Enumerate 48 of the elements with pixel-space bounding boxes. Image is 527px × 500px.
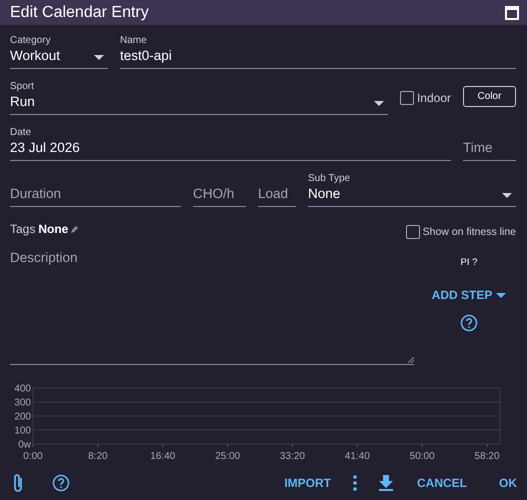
duration-field[interactable]: Duration (10, 175, 181, 207)
cho-field[interactable]: CHO/h (193, 175, 246, 207)
color-button[interactable]: Color (463, 86, 516, 107)
sport-select[interactable]: Sport Run (10, 83, 388, 115)
paperclip-icon[interactable] (12, 473, 24, 493)
import-button[interactable]: IMPORT (284, 476, 331, 490)
x-tick-label: 33:20 (280, 451, 305, 462)
indoor-checkbox[interactable] (400, 91, 414, 105)
x-tick-label: 8:20 (88, 451, 108, 462)
cancel-button[interactable]: CANCEL (417, 476, 467, 490)
y-tick-label: 0w (18, 440, 31, 450)
y-tick-label: 100 (14, 426, 31, 436)
fitness-line-label: Show on fitness line (422, 226, 516, 238)
resize-handle-icon[interactable] (408, 357, 414, 363)
date-field[interactable]: Date 23 Jul 2026 (10, 129, 451, 161)
sub-type-select[interactable]: Sub Type None (308, 175, 516, 207)
caret-icon (502, 193, 512, 198)
y-tick-label: 400 (14, 384, 31, 394)
caret-icon (94, 55, 104, 60)
time-field[interactable]: Time (463, 129, 516, 161)
help-icon[interactable] (52, 474, 70, 492)
x-tick-label: 58:20 (474, 451, 500, 462)
fitness-line-checkbox[interactable] (406, 225, 420, 239)
tags-label: Tags (10, 222, 36, 236)
more-options-icon[interactable] (353, 475, 357, 491)
indoor-label: Indoor (416, 91, 451, 105)
window-title: Edit Calendar Entry (10, 4, 149, 22)
x-tick-label: 50:00 (410, 451, 435, 462)
x-tick-label: 25:00 (215, 451, 240, 462)
add-step-button[interactable]: ADD STEP (432, 288, 506, 302)
tags-value[interactable]: None (38, 222, 68, 236)
x-tick-label: 0:00 (23, 451, 43, 462)
x-tick-label: 41:40 (344, 451, 370, 462)
caret-icon (496, 292, 506, 298)
y-tick-label: 300 (14, 398, 31, 408)
download-icon[interactable] (379, 475, 393, 491)
maximize-icon[interactable] (505, 6, 519, 20)
pencil-icon[interactable] (71, 225, 80, 233)
ok-button[interactable]: OK (499, 476, 517, 490)
description-field[interactable]: Description (10, 247, 414, 365)
y-tick-label: 200 (14, 412, 31, 422)
caret-icon (374, 101, 384, 106)
load-field[interactable]: Load (258, 175, 296, 207)
category-select[interactable]: Category Workout (10, 37, 108, 69)
pi-label: PI ? (460, 257, 478, 268)
name-field[interactable]: Name test0-api (120, 37, 516, 69)
help-icon[interactable] (460, 314, 478, 332)
x-tick-label: 16:40 (150, 451, 176, 462)
